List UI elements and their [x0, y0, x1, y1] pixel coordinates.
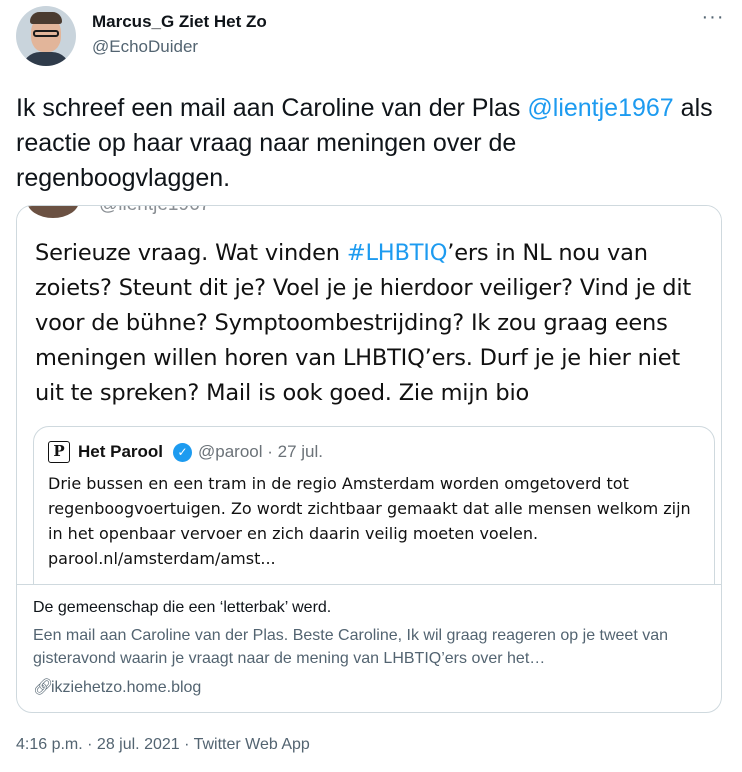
- tweet-time[interactable]: 4:16 p.m.: [16, 736, 83, 753]
- tweet-text-before: Ik schreef een mail aan Caroline van der…: [16, 94, 528, 122]
- screenshot-image: @lientje1967 Serieuze vraag. Wat vinden …: [17, 206, 721, 584]
- screenshot-text: Serieuze vraag. Wat vinden #LHBTIQ’ers i…: [35, 236, 715, 411]
- link-domain[interactable]: 🔗︎ikziehetzo.home.blog: [33, 677, 201, 697]
- screenshot-text-before: Serieuze vraag. Wat vinden: [35, 240, 347, 266]
- quoted-handle-date: @parool · 27 jul.: [198, 442, 323, 461]
- author-handle[interactable]: @EchoDuider: [92, 37, 198, 57]
- tweet-source[interactable]: Twitter Web App: [194, 736, 310, 753]
- link-description: Een mail aan Caroline van der Plas. Best…: [33, 627, 669, 667]
- screenshot-avatar: [27, 206, 79, 218]
- quoted-author-name: Het Parool: [78, 442, 164, 461]
- tweet: Marcus_G Ziet Het Zo @EchoDuider ··· Ik …: [0, 0, 742, 772]
- quoted-text: Drie bussen en een tram in de regio Amst…: [48, 474, 691, 568]
- tweet-date[interactable]: 28 jul. 2021: [97, 736, 180, 753]
- separator: ·: [179, 736, 194, 753]
- link-card[interactable]: @lientje1967 Serieuze vraag. Wat vinden …: [16, 205, 722, 713]
- screenshot-handle: @lientje1967: [99, 206, 210, 216]
- avatar-shirt: [22, 52, 70, 66]
- mention-link[interactable]: @lientje1967: [527, 94, 673, 122]
- avatar[interactable]: [16, 6, 76, 66]
- avatar-glasses: [33, 30, 59, 37]
- quoted-tweet: P Het Parool ✓ @parool · 27 jul. Drie bu…: [33, 426, 715, 584]
- link-icon: 🔗︎: [33, 679, 54, 696]
- avatar-hair: [30, 12, 62, 24]
- timestamp: 4:16 p.m. · 28 jul. 2021 · Twitter Web A…: [16, 736, 310, 754]
- link-card-meta[interactable]: De gemeenschap die een ‘letterbak’ werd.…: [17, 584, 721, 712]
- link-domain-text: ikziehetzo.home.blog: [51, 679, 202, 696]
- author-display-name[interactable]: Marcus_G Ziet Het Zo: [92, 12, 267, 32]
- parool-logo: P: [48, 441, 70, 463]
- screenshot-hashtag: #LHBTIQ: [346, 240, 448, 266]
- more-dots-icon[interactable]: ···: [700, 7, 726, 30]
- verified-badge-icon: ✓: [173, 443, 192, 462]
- link-title[interactable]: De gemeenschap die een ‘letterbak’ werd.: [33, 599, 331, 617]
- tweet-text: Ik schreef een mail aan Caroline van der…: [16, 91, 726, 196]
- separator: ·: [82, 736, 97, 753]
